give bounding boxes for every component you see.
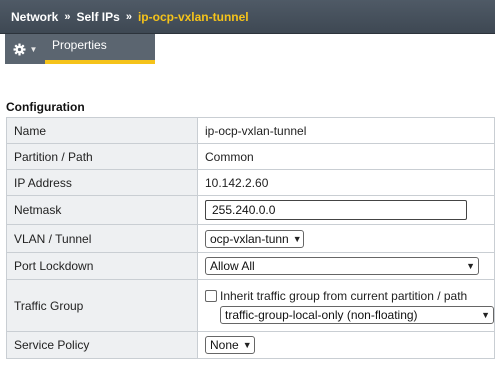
chevron-down-icon: ▼ bbox=[242, 340, 252, 350]
port-lockdown-selected-value: Allow All bbox=[210, 259, 255, 273]
service-policy-cell: None ▼ bbox=[197, 331, 495, 359]
breadcrumb-separator: » bbox=[64, 10, 71, 23]
vlan-tunnel-selected-value: ocp-vxlan-tunn bbox=[210, 231, 289, 246]
table-row: Netmask bbox=[6, 195, 495, 225]
port-lockdown-cell: Allow All ▼ bbox=[197, 252, 495, 280]
port-lockdown-select[interactable]: Allow All ▼ bbox=[205, 257, 479, 275]
chevron-down-icon: ▼ bbox=[481, 310, 490, 320]
chevron-down-icon: ▼ bbox=[29, 45, 38, 54]
table-row: Port Lockdown Allow All ▼ bbox=[6, 252, 495, 280]
netmask-label: Netmask bbox=[6, 195, 198, 225]
inherit-traffic-group-row: Inherit traffic group from current parti… bbox=[205, 289, 494, 303]
ip-address-value: 10.142.2.60 bbox=[197, 169, 495, 196]
traffic-group-select[interactable]: traffic-group-local-only (non-floating) … bbox=[220, 306, 494, 324]
table-row: IP Address 10.142.2.60 bbox=[6, 169, 495, 196]
breadcrumb-self-ips[interactable]: Self IPs bbox=[76, 10, 119, 24]
tab-bar: ▼ Properties bbox=[0, 34, 495, 64]
chevron-down-icon: ▼ bbox=[466, 261, 475, 271]
vlan-tunnel-label: VLAN / Tunnel bbox=[6, 224, 198, 253]
table-row: Name ip-ocp-vxlan-tunnel bbox=[6, 117, 495, 144]
vlan-tunnel-select[interactable]: ocp-vxlan-tunn ▼ bbox=[205, 229, 304, 248]
port-lockdown-label: Port Lockdown bbox=[6, 252, 198, 280]
name-value: ip-ocp-vxlan-tunnel bbox=[197, 117, 495, 144]
table-row: Service Policy None ▼ bbox=[6, 331, 495, 359]
breadcrumb-network[interactable]: Network bbox=[11, 10, 58, 24]
netmask-input[interactable] bbox=[205, 200, 467, 220]
service-policy-select[interactable]: None ▼ bbox=[205, 336, 255, 354]
gear-icon bbox=[13, 42, 26, 56]
configuration-table: Name ip-ocp-vxlan-tunnel Partition / Pat… bbox=[6, 117, 495, 359]
traffic-group-label: Traffic Group bbox=[6, 279, 198, 332]
name-label: Name bbox=[6, 117, 198, 144]
traffic-group-select-row: traffic-group-local-only (non-floating) … bbox=[205, 306, 494, 324]
service-policy-label: Service Policy bbox=[6, 331, 198, 359]
table-row: VLAN / Tunnel ocp-vxlan-tunn ▼ bbox=[6, 224, 495, 253]
vlan-tunnel-cell: ocp-vxlan-tunn ▼ bbox=[197, 224, 495, 253]
gear-menu-button[interactable]: ▼ bbox=[5, 34, 45, 64]
partition-label: Partition / Path bbox=[6, 143, 198, 170]
chevron-down-icon: ▼ bbox=[292, 233, 302, 244]
tab-properties[interactable]: Properties bbox=[45, 34, 155, 64]
traffic-group-selected-value: traffic-group-local-only (non-floating) bbox=[225, 308, 418, 322]
netmask-cell bbox=[197, 195, 495, 225]
section-title: Configuration bbox=[6, 100, 85, 114]
breadcrumb-separator: » bbox=[125, 10, 132, 23]
service-policy-selected-value: None bbox=[210, 338, 239, 352]
ip-address-label: IP Address bbox=[6, 169, 198, 196]
breadcrumb-current-item: ip-ocp-vxlan-tunnel bbox=[137, 9, 249, 24]
table-row: Traffic Group Inherit traffic group from… bbox=[6, 279, 495, 332]
inherit-traffic-group-checkbox[interactable] bbox=[205, 290, 217, 302]
inherit-traffic-group-label: Inherit traffic group from current parti… bbox=[220, 289, 468, 303]
table-row: Partition / Path Common bbox=[6, 143, 495, 170]
breadcrumb: Network » Self IPs » ip-ocp-vxlan-tunnel bbox=[0, 0, 495, 34]
traffic-group-cell: Inherit traffic group from current parti… bbox=[197, 279, 495, 332]
partition-value: Common bbox=[197, 143, 495, 170]
